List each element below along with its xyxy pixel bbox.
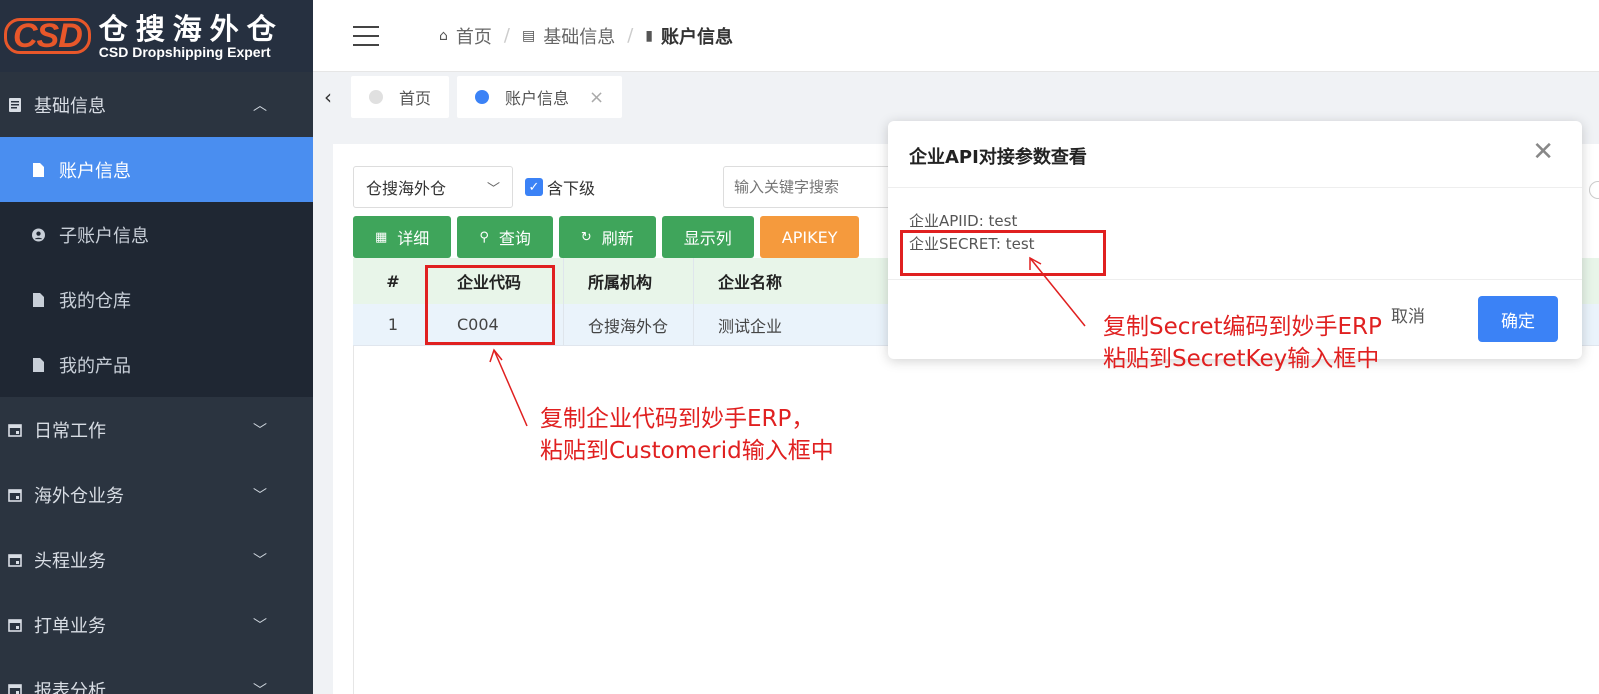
checkmark-icon: ✓: [525, 178, 543, 196]
table-cell: 仓搜海外仓: [563, 304, 693, 345]
table-body-empty: [353, 346, 1599, 694]
divider: [888, 279, 1582, 280]
logo-mark: CSD: [4, 18, 91, 54]
calendar-icon: [8, 423, 22, 437]
table-cell: 测试企业: [693, 304, 873, 345]
table-cell: 1: [387, 315, 399, 334]
sidebar-item-label: 子账户信息: [59, 225, 149, 247]
tab-label: 账户信息: [505, 89, 570, 108]
sidebar-item-my-warehouse[interactable]: 我的仓库: [0, 267, 313, 332]
tab-dot-icon: [369, 90, 383, 104]
highlight-box-company-code: [425, 265, 555, 345]
document-icon: ▤: [521, 27, 536, 44]
menu-group-label-printing[interactable]: 打单业务 ﹀: [0, 592, 313, 657]
refresh-button[interactable]: ↻ 刷新: [558, 216, 656, 258]
grid-icon: ▦: [375, 229, 388, 245]
org-select-value: 仓搜海外仓: [366, 179, 447, 198]
menu-toggle-icon[interactable]: [353, 25, 379, 46]
include-sub-label: 含下级: [547, 179, 596, 198]
refresh-icon: ↻: [580, 229, 592, 245]
chevron-down-icon: ﹀: [253, 682, 267, 694]
detail-button[interactable]: ▦ 详细: [353, 216, 452, 258]
logo-name-en: CSD Dropshipping Expert: [98, 44, 271, 60]
breadcrumb-basic-info[interactable]: 基础信息: [543, 23, 615, 49]
calendar-icon: [8, 618, 22, 632]
columns-button[interactable]: 显示列: [661, 216, 754, 258]
menu-group-reports[interactable]: 报表分析 ﹀: [0, 657, 313, 694]
annotation-secret: 复制Secret编码到妙手ERP 粘贴到SecretKey输入框中: [1103, 311, 1382, 375]
breadcrumb-home[interactable]: 首页: [456, 23, 492, 49]
annotation-line: 粘贴到SecretKey输入框中: [1103, 346, 1380, 372]
close-icon[interactable]: ×: [589, 87, 604, 108]
breadcrumb: ⌂ 首页 / ▤ 基础信息 / ▮ 账户信息: [439, 23, 733, 49]
sidebar-item-label: 账户信息: [59, 160, 131, 182]
menu-group-label: 打单业务: [34, 615, 106, 637]
menu-group-basic-info[interactable]: 基础信息 ︿: [0, 72, 313, 137]
apiid-text: 企业APIID: test: [909, 212, 1018, 230]
sidebar: CSD 仓搜海外仓 CSD Dropshipping Expert 基础信息 ︿…: [0, 0, 313, 694]
annotation-company-code: 复制企业代码到妙手ERP， 粘贴到Customerid输入框中: [540, 403, 834, 467]
menu-group-label: 报表分析: [34, 680, 106, 694]
dialog-title: 企业API对接参数查看: [909, 147, 1087, 168]
logo-name-cn: 仓搜海外仓: [98, 12, 284, 46]
chevron-up-icon: ︿: [253, 97, 267, 114]
highlight-box-secret: [900, 230, 1106, 276]
column-header[interactable]: 所属机构: [563, 258, 693, 304]
sidebar-item-my-products[interactable]: 我的产品: [0, 332, 313, 397]
sidebar-item-sub-account[interactable]: 子账户信息: [0, 202, 313, 267]
menu-group-daily-work[interactable]: 日常工作 ﹀: [0, 397, 313, 462]
file-icon: [33, 162, 44, 177]
menu-group-label: 日常工作: [34, 420, 106, 442]
calendar-icon: [8, 553, 22, 567]
chevron-down-icon: ﹀: [253, 617, 267, 634]
close-icon[interactable]: ✕: [1532, 139, 1554, 165]
logo[interactable]: CSD 仓搜海外仓 CSD Dropshipping Expert: [0, 0, 313, 72]
search-icon: ⚲: [479, 229, 489, 245]
sidebar-item-account-info[interactable]: 账户信息: [0, 137, 313, 202]
document-icon: [9, 97, 21, 112]
annotation-line: 复制企业代码到妙手ERP，: [540, 406, 815, 432]
submenu-basic-info: 账户信息 子账户信息 我的仓库 我的产品: [0, 137, 313, 397]
calendar-icon: [8, 488, 22, 502]
chevron-down-icon: ﹀: [486, 181, 500, 197]
file-icon: [33, 357, 44, 372]
chevron-down-icon: ﹀: [253, 422, 267, 439]
query-button[interactable]: ⚲ 查询: [457, 216, 553, 258]
apikey-button[interactable]: APIKEY: [759, 216, 860, 258]
tab-label: 首页: [399, 89, 432, 108]
divider: [888, 187, 1582, 188]
tab-dot-icon: [475, 90, 490, 104]
tabs-bar: ‹ 首页 账户信息 ×: [313, 72, 1599, 122]
file-icon: [33, 292, 44, 307]
menu-group-first-leg[interactable]: 头程业务 ﹀: [0, 527, 313, 592]
cancel-button[interactable]: 取消: [1391, 302, 1425, 327]
column-header[interactable]: 企业名称: [693, 258, 873, 304]
menu-group-label: 头程业务: [34, 550, 106, 572]
include-sub-checkbox[interactable]: ✓ 含下级: [525, 175, 595, 199]
org-select[interactable]: 仓搜海外仓 ﹀: [353, 166, 513, 208]
home-icon: ⌂: [439, 27, 448, 44]
column-header[interactable]: #: [353, 272, 433, 291]
top-bar: ⌂ 首页 / ▤ 基础信息 / ▮ 账户信息: [313, 0, 1599, 72]
user-circle-icon: [32, 228, 45, 241]
file-icon: ▮: [645, 27, 653, 44]
annotation-line: 复制Secret编码到妙手ERP: [1103, 314, 1382, 340]
breadcrumb-current: 账户信息: [661, 26, 733, 48]
tab-home[interactable]: 首页: [351, 76, 450, 118]
sidebar-item-label: 我的仓库: [59, 290, 131, 312]
ok-button[interactable]: 确定: [1478, 296, 1558, 342]
menu-group-label: 海外仓业务: [34, 485, 124, 507]
chevron-left-icon[interactable]: ‹: [313, 85, 343, 109]
sidebar-item-label: 我的产品: [59, 355, 131, 377]
chevron-down-icon: ﹀: [253, 487, 267, 504]
chevron-down-icon: ﹀: [253, 552, 267, 569]
menu-group-label: 基础信息: [34, 95, 106, 117]
menu-group-overseas-warehouse[interactable]: 海外仓业务 ﹀: [0, 462, 313, 527]
annotation-line: 粘贴到Customerid输入框中: [540, 438, 834, 464]
tab-account-info[interactable]: 账户信息 ×: [457, 76, 623, 118]
calendar-icon: [8, 683, 22, 694]
